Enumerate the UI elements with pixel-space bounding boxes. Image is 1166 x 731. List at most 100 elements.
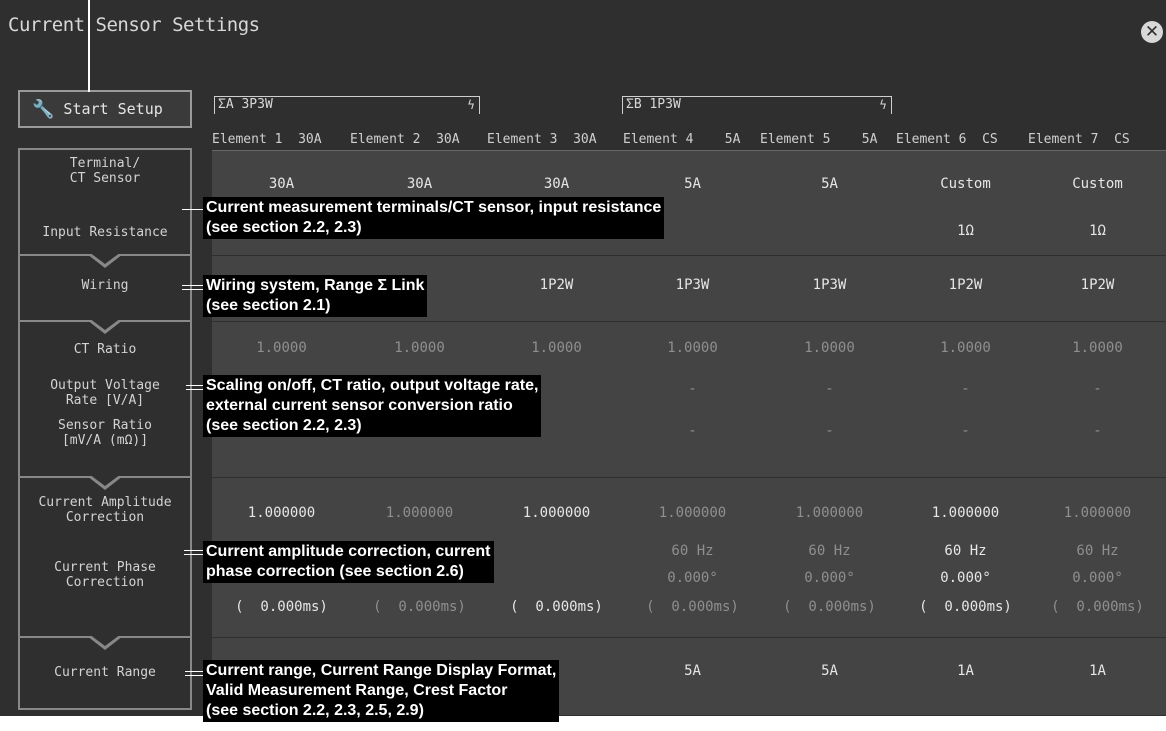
callout-range: Current range, Current Range Display For… [203, 660, 560, 722]
cell-output-voltage-7[interactable]: - [1030, 381, 1165, 397]
cell-amp-corr-5[interactable]: 1.000000 [762, 505, 897, 521]
cell-phase-freq-7[interactable]: 60 Hz [1030, 543, 1165, 559]
sidebar-range-group[interactable]: Current Range [20, 638, 190, 710]
cell-amp-corr-4[interactable]: 1.000000 [625, 505, 760, 521]
start-setup-button[interactable]: 🔧 Start Setup [18, 90, 192, 128]
element-header-6: Element 6 CS [896, 132, 998, 147]
cell-sensor-ratio-4[interactable]: - [625, 423, 760, 439]
group-sigma-a-label: ΣA 3P3W [218, 97, 273, 112]
sidebar-correction-group[interactable]: Current Amplitude Correction Current Pha… [20, 478, 190, 638]
cell-wiring-3[interactable]: 1P2W [489, 277, 624, 293]
cell-wiring-4[interactable]: 1P3W [625, 277, 760, 293]
page-title: Current Sensor Settings [8, 14, 260, 36]
cell-phase-ms-3[interactable]: ( 0.000ms) [489, 599, 624, 615]
cell-terminal-7[interactable]: Custom [1030, 176, 1165, 192]
cell-terminal-4[interactable]: 5A [625, 176, 760, 192]
cell-terminal-6[interactable]: Custom [898, 176, 1033, 192]
cell-input-resistance-7[interactable]: 1Ω [1030, 223, 1165, 239]
cell-phase-freq-6[interactable]: 60 Hz [898, 543, 1033, 559]
element-header-2: Element 2 30A [350, 132, 460, 147]
callout-line [182, 285, 204, 290]
cell-amp-corr-2[interactable]: 1.000000 [352, 505, 487, 521]
cell-terminal-3[interactable]: 30A [489, 176, 624, 192]
close-icon[interactable]: ✕ [1141, 21, 1163, 43]
callout-line [186, 385, 204, 390]
range-link-icon[interactable]: ϟ [467, 97, 475, 113]
cell-range-7[interactable]: 1A [1030, 663, 1165, 679]
cell-terminal-2[interactable]: 30A [352, 176, 487, 192]
callout-line [184, 550, 204, 555]
wrench-icon: 🔧 [32, 98, 55, 120]
group-sigma-a[interactable]: ΣA 3P3W ϟ [214, 96, 480, 114]
cell-amp-corr-6[interactable]: 1.000000 [898, 505, 1033, 521]
cell-phase-ms-6[interactable]: ( 0.000ms) [898, 599, 1033, 615]
cell-amp-corr-7[interactable]: 1.000000 [1030, 505, 1165, 521]
cell-phase-freq-5[interactable]: 60 Hz [762, 543, 897, 559]
element-header-7: Element 7 CS [1028, 132, 1130, 147]
cell-ct-ratio-2[interactable]: 1.0000 [352, 340, 487, 356]
sidebar-terminal-label: Terminal/ CT Sensor [69, 156, 141, 186]
row-divider [212, 477, 1166, 478]
cell-sensor-ratio-5[interactable]: - [762, 423, 897, 439]
cell-terminal-1[interactable]: 30A [214, 176, 349, 192]
sidebar-ct-ratio-label: CT Ratio [73, 342, 137, 357]
callout-terminal: Current measurement terminals/CT sensor,… [203, 197, 665, 239]
cell-wiring-5[interactable]: 1P3W [762, 277, 897, 293]
cell-output-voltage-4[interactable]: - [625, 381, 760, 397]
cell-phase-deg-7[interactable]: 0.000° [1030, 570, 1165, 586]
sidebar-wiring-label: Wiring [81, 278, 129, 293]
cell-sensor-ratio-6[interactable]: - [898, 423, 1033, 439]
sidebar-wiring-group[interactable]: Wiring [20, 256, 190, 322]
range-link-icon[interactable]: ϟ [879, 97, 887, 113]
callout-pointer-line [88, 0, 90, 92]
element-header-1: Element 1 30A [212, 132, 322, 147]
element-header-3: Element 3 30A [487, 132, 597, 147]
sidebar-input-resistance-label: Input Resistance [42, 225, 168, 240]
cell-phase-deg-4[interactable]: 0.000° [625, 570, 760, 586]
cell-range-4[interactable]: 5A [625, 663, 760, 679]
callout-correction: Current amplitude correction, current ph… [203, 541, 494, 583]
cell-output-voltage-5[interactable]: - [762, 381, 897, 397]
cell-phase-ms-2[interactable]: ( 0.000ms) [352, 599, 487, 615]
group-sigma-b-label: ΣB 1P3W [626, 97, 681, 112]
sidebar-output-voltage-label: Output Voltage Rate [V/A] [50, 378, 160, 408]
cell-range-6[interactable]: 1A [898, 663, 1033, 679]
cell-phase-ms-1[interactable]: ( 0.000ms) [214, 599, 349, 615]
cell-phase-deg-5[interactable]: 0.000° [762, 570, 897, 586]
cell-amp-corr-3[interactable]: 1.000000 [489, 505, 624, 521]
cell-input-resistance-6[interactable]: 1Ω [898, 223, 1033, 239]
cell-range-5[interactable]: 5A [762, 663, 897, 679]
cell-phase-ms-5[interactable]: ( 0.000ms) [762, 599, 897, 615]
cell-ct-ratio-7[interactable]: 1.0000 [1030, 340, 1165, 356]
cell-phase-deg-6[interactable]: 0.000° [898, 570, 1033, 586]
cell-terminal-5[interactable]: 5A [762, 176, 897, 192]
cell-ct-ratio-6[interactable]: 1.0000 [898, 340, 1033, 356]
cell-ct-ratio-5[interactable]: 1.0000 [762, 340, 897, 356]
setting-sidebar: Terminal/ CT Sensor Input Resistance Wir… [18, 148, 192, 710]
cell-phase-ms-7[interactable]: ( 0.000ms) [1030, 599, 1165, 615]
callout-scaling: Scaling on/off, CT ratio, output voltage… [203, 375, 542, 437]
row-divider [212, 321, 1166, 322]
cell-amp-corr-1[interactable]: 1.000000 [214, 505, 349, 521]
sidebar-amp-corr-label: Current Amplitude Correction [38, 495, 172, 525]
element-header-4: Element 4 5A [623, 132, 741, 147]
cell-ct-ratio-1[interactable]: 1.0000 [214, 340, 349, 356]
cell-sensor-ratio-7[interactable]: - [1030, 423, 1165, 439]
cell-wiring-7[interactable]: 1P2W [1030, 277, 1165, 293]
callout-line [185, 671, 204, 676]
cell-output-voltage-6[interactable]: - [898, 381, 1033, 397]
sidebar-scaling-group[interactable]: CT Ratio Output Voltage Rate [V/A] Senso… [20, 322, 190, 478]
cell-ct-ratio-4[interactable]: 1.0000 [625, 340, 760, 356]
cell-ct-ratio-3[interactable]: 1.0000 [489, 340, 624, 356]
sidebar-terminal-group[interactable]: Terminal/ CT Sensor Input Resistance [20, 150, 190, 256]
start-setup-label: Start Setup [63, 100, 163, 118]
sidebar-phase-corr-label: Current Phase Correction [54, 560, 156, 590]
row-divider [212, 637, 1166, 638]
group-sigma-b[interactable]: ΣB 1P3W ϟ [622, 96, 892, 114]
cell-phase-freq-4[interactable]: 60 Hz [625, 543, 760, 559]
cell-wiring-6[interactable]: 1P2W [898, 277, 1033, 293]
cell-phase-ms-4[interactable]: ( 0.000ms) [625, 599, 760, 615]
element-header-5: Element 5 5A [760, 132, 878, 147]
callout-wiring: Wiring system, Range Σ Link (see section… [203, 275, 428, 317]
sidebar-sensor-ratio-label: Sensor Ratio [mV/A (mΩ)] [58, 418, 152, 448]
